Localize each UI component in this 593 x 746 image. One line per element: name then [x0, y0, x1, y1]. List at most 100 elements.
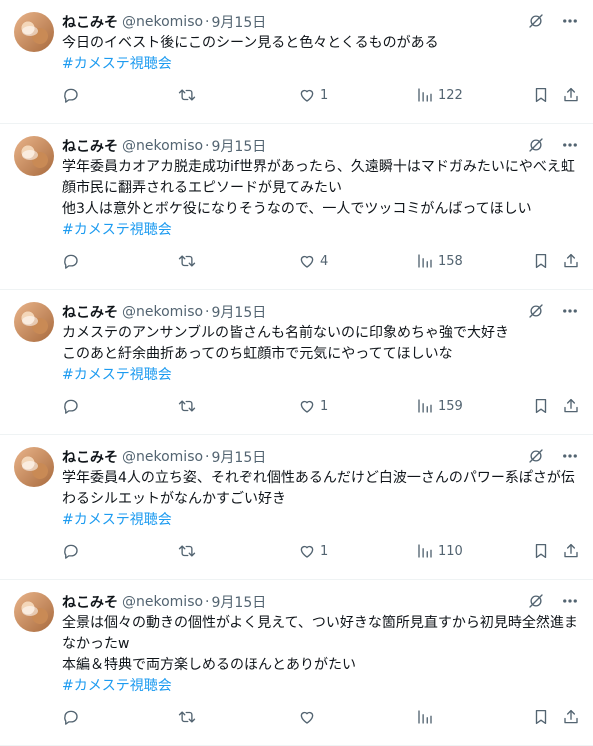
like-button[interactable]: 1	[298, 542, 328, 560]
tweet[interactable]: ねこみそ @nekomiso · 9月15日 学年委員カオアカ脱走成功if世界が…	[0, 124, 593, 290]
share-button[interactable]	[562, 397, 580, 415]
retweet-icon	[178, 397, 196, 415]
reply-icon	[62, 542, 80, 560]
more-icon[interactable]	[561, 136, 579, 154]
username-handle[interactable]: @nekomiso	[122, 449, 203, 465]
timeline-feed: ねこみそ @nekomiso · 9月15日 今日のイベスト後にこのシーン見ると…	[0, 0, 593, 746]
like-icon	[298, 708, 316, 726]
views-button[interactable]: 122	[416, 86, 463, 104]
share-button[interactable]	[562, 708, 580, 726]
reply-button[interactable]	[62, 542, 84, 560]
like-button[interactable]: 1	[298, 86, 328, 104]
avatar[interactable]	[14, 447, 54, 487]
hashtag-link[interactable]: #カメステ視聴会	[62, 220, 577, 241]
reply-button[interactable]	[62, 252, 84, 270]
tweet-body: カメステのアンサンブルの皆さんも名前ないのに印象めちゃ強で大好き このあと紆余曲折…	[62, 323, 577, 365]
username-handle[interactable]: @nekomiso	[122, 14, 203, 30]
display-name[interactable]: ねこみそ	[62, 592, 118, 612]
tweet-header-actions	[527, 12, 579, 30]
avatar[interactable]	[14, 592, 54, 632]
timestamp[interactable]: 9月15日	[212, 447, 267, 467]
tweet-header: ねこみそ @nekomiso · 9月15日	[62, 302, 577, 322]
tweet-actions	[62, 697, 580, 745]
username-handle[interactable]: @nekomiso	[122, 594, 203, 610]
share-icon	[562, 708, 580, 726]
bookmark-icon	[532, 542, 550, 560]
separator-dot: ·	[205, 449, 210, 465]
bookmark-icon	[532, 252, 550, 270]
tweet[interactable]: ねこみそ @nekomiso · 9月15日 カメステのアンサンブルの皆さんも名…	[0, 290, 593, 435]
tweet-body: 学年委員4人の立ち姿、それぞれ個性あるんだけど白波一さんのパワー系ぽさが伝 わるシ…	[62, 468, 577, 510]
like-button[interactable]: 1	[298, 397, 328, 415]
tweet-text: 今日のイベスト後にこのシーン見ると色々とくるものがある #カメステ視聴会	[62, 33, 577, 75]
views-button[interactable]	[416, 708, 438, 726]
views-button[interactable]: 110	[416, 542, 463, 560]
grok-icon[interactable]	[527, 302, 545, 320]
like-count: 1	[320, 543, 329, 559]
like-button[interactable]: 4	[298, 252, 328, 270]
username-handle[interactable]: @nekomiso	[122, 304, 203, 320]
retweet-icon	[178, 708, 196, 726]
display-name[interactable]: ねこみそ	[62, 12, 118, 32]
share-button[interactable]	[562, 252, 580, 270]
bookmark-button[interactable]	[532, 708, 550, 726]
bookmark-icon	[532, 397, 550, 415]
retweet-button[interactable]	[178, 86, 200, 104]
tweet[interactable]: ねこみそ @nekomiso · 9月15日 今日のイベスト後にこのシーン見ると…	[0, 0, 593, 124]
reply-button[interactable]	[62, 708, 84, 726]
grok-icon[interactable]	[527, 136, 545, 154]
bookmark-button[interactable]	[532, 397, 550, 415]
timestamp[interactable]: 9月15日	[212, 302, 267, 322]
timestamp[interactable]: 9月15日	[212, 592, 267, 612]
retweet-button[interactable]	[178, 542, 200, 560]
tweet[interactable]: ねこみそ @nekomiso · 9月15日 全景は個々の動きの個性がよく見えて…	[0, 580, 593, 746]
bookmark-button[interactable]	[532, 86, 550, 104]
like-count: 1	[320, 87, 329, 103]
grok-icon[interactable]	[527, 12, 545, 30]
views-icon	[416, 397, 434, 415]
reply-icon	[62, 86, 80, 104]
avatar[interactable]	[14, 136, 54, 176]
more-icon[interactable]	[561, 592, 579, 610]
more-icon[interactable]	[561, 302, 579, 320]
display-name[interactable]: ねこみそ	[62, 447, 118, 467]
display-name[interactable]: ねこみそ	[62, 302, 118, 322]
like-icon	[298, 86, 316, 104]
retweet-button[interactable]	[178, 397, 200, 415]
tweet-text-line: 今日のイベスト後にこのシーン見ると色々とくるものがある	[62, 35, 439, 51]
views-button[interactable]: 159	[416, 397, 463, 415]
reply-button[interactable]	[62, 86, 84, 104]
hashtag-link[interactable]: #カメステ視聴会	[62, 365, 577, 386]
views-icon	[416, 86, 434, 104]
tweet[interactable]: ねこみそ @nekomiso · 9月15日 学年委員4人の立ち姿、それぞれ個性…	[0, 435, 593, 580]
timestamp[interactable]: 9月15日	[212, 12, 267, 32]
bookmark-button[interactable]	[532, 542, 550, 560]
tweet-header-actions	[527, 592, 579, 610]
views-icon	[416, 708, 434, 726]
avatar[interactable]	[14, 12, 54, 52]
bookmark-button[interactable]	[532, 252, 550, 270]
more-icon[interactable]	[561, 12, 579, 30]
display-name[interactable]: ねこみそ	[62, 136, 118, 156]
hashtag-link[interactable]: #カメステ視聴会	[62, 510, 577, 531]
share-button[interactable]	[562, 542, 580, 560]
views-button[interactable]: 158	[416, 252, 463, 270]
retweet-button[interactable]	[178, 708, 200, 726]
grok-icon[interactable]	[527, 447, 545, 465]
share-button[interactable]	[562, 86, 580, 104]
grok-icon[interactable]	[527, 592, 545, 610]
view-count: 110	[438, 543, 463, 559]
hashtag-link[interactable]: #カメステ視聴会	[62, 54, 577, 75]
tweet-header: ねこみそ @nekomiso · 9月15日	[62, 12, 577, 32]
timestamp[interactable]: 9月15日	[212, 136, 267, 156]
more-icon[interactable]	[561, 447, 579, 465]
avatar[interactable]	[14, 302, 54, 342]
hashtag-link[interactable]: #カメステ視聴会	[62, 676, 577, 697]
username-handle[interactable]: @nekomiso	[122, 138, 203, 154]
view-count: 159	[438, 398, 463, 414]
retweet-button[interactable]	[178, 252, 200, 270]
tweet-text: カメステのアンサンブルの皆さんも名前ないのに印象めちゃ強で大好き このあと紆余曲折…	[62, 323, 577, 386]
bookmark-icon	[532, 708, 550, 726]
like-button[interactable]	[298, 708, 320, 726]
reply-button[interactable]	[62, 397, 84, 415]
